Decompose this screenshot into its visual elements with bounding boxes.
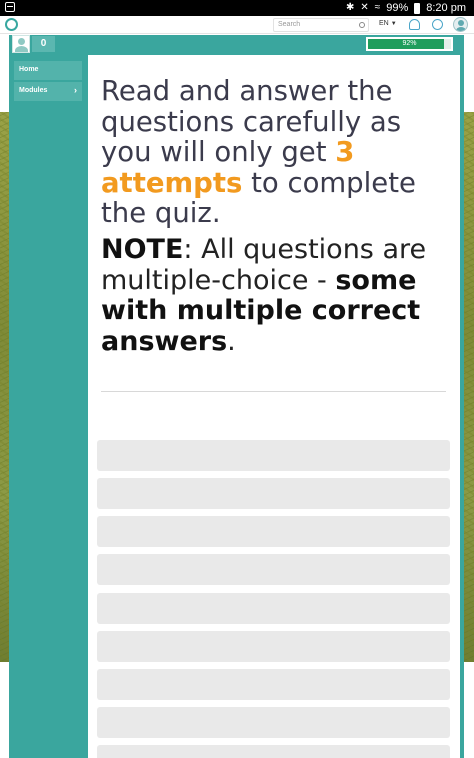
battery-icon xyxy=(414,2,421,14)
intro-text: Read and answer the questions carefully … xyxy=(101,75,402,168)
globe-icon[interactable] xyxy=(432,19,443,30)
answer-option-placeholder[interactable] xyxy=(97,631,450,662)
wifi-icon: ≈ xyxy=(374,2,381,13)
progress-label: 92% xyxy=(402,40,417,47)
answer-option-placeholder[interactable] xyxy=(97,478,450,509)
answer-option-placeholder[interactable] xyxy=(97,669,450,700)
status-time: 8:20 pm xyxy=(426,2,466,14)
top-navbar: Search EN ▼ xyxy=(0,16,474,34)
progress-bar: 92% xyxy=(366,37,453,51)
sidebar-item-home[interactable]: Home xyxy=(14,61,82,80)
logo-icon[interactable] xyxy=(5,18,18,31)
language-label: EN xyxy=(379,20,389,27)
avatar-icon[interactable] xyxy=(453,17,468,32)
answer-option-placeholder[interactable] xyxy=(97,440,450,471)
answer-option-placeholder[interactable] xyxy=(97,707,450,738)
progress-track: 92% xyxy=(368,39,451,49)
menu-icon xyxy=(5,2,15,12)
sidebar-item-label: Home xyxy=(19,66,39,73)
quiz-note: NOTE: All questions are multiple-choice … xyxy=(101,234,453,357)
bluetooth-icon: ✱ xyxy=(345,2,355,13)
chevron-right-icon: › xyxy=(74,85,77,95)
answer-option-placeholder[interactable] xyxy=(97,593,450,624)
answer-option-placeholder[interactable] xyxy=(97,745,450,758)
answer-option-placeholder[interactable] xyxy=(97,516,450,547)
sidebar-item-modules[interactable]: Modules › xyxy=(14,82,82,101)
status-bar: ✱ ✕ ≈ 99% 8:20 pm xyxy=(0,0,474,16)
search-input[interactable]: Search xyxy=(273,18,369,32)
user-avatar[interactable] xyxy=(12,35,30,53)
bell-icon[interactable] xyxy=(409,19,420,30)
note-label: NOTE xyxy=(101,234,184,265)
search-placeholder: Search xyxy=(278,21,301,28)
divider xyxy=(101,391,446,392)
caret-down-icon: ▼ xyxy=(390,21,397,27)
language-selector[interactable]: EN ▼ xyxy=(379,20,397,27)
sidebar-item-label: Modules xyxy=(19,87,48,94)
mute-icon: ✕ xyxy=(360,2,369,13)
quiz-instructions: Read and answer the questions carefully … xyxy=(101,76,453,229)
battery-percent: 99% xyxy=(386,2,409,14)
note-end: . xyxy=(227,325,236,357)
answer-option-placeholder[interactable] xyxy=(97,554,450,585)
search-icon[interactable] xyxy=(359,22,365,28)
points-badge: 0 xyxy=(32,36,55,52)
